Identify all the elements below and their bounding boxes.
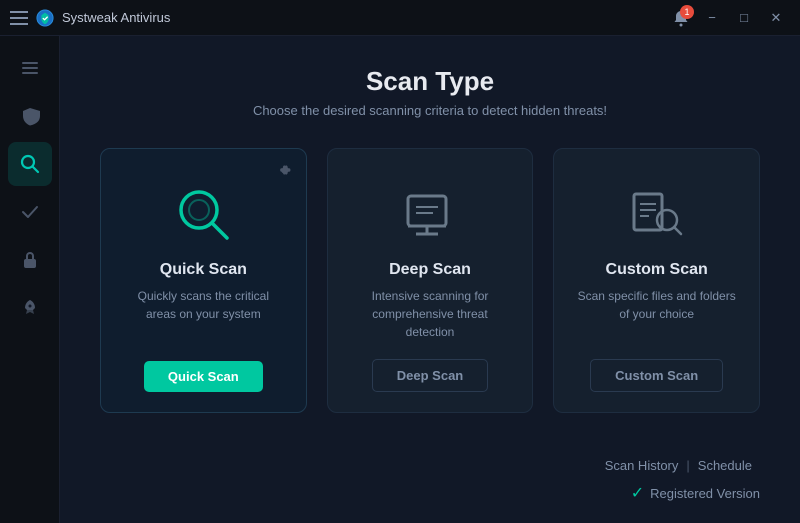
notification-bell[interactable]: 1 (672, 9, 690, 27)
deep-scan-card[interactable]: Deep Scan Intensive scanning for compreh… (327, 148, 534, 413)
sidebar (0, 36, 60, 523)
sidebar-item-rocket[interactable] (8, 286, 52, 330)
page-title: Scan Type (100, 66, 760, 97)
content-area: Scan Type Choose the desired scanning cr… (60, 36, 800, 523)
custom-scan-button[interactable]: Custom Scan (590, 359, 723, 392)
sidebar-item-scan[interactable] (8, 142, 52, 186)
deep-scan-icon (395, 179, 465, 249)
footer: Scan History | Schedule (100, 444, 760, 477)
settings-icon[interactable] (276, 163, 292, 179)
schedule-link[interactable]: Schedule (690, 454, 760, 477)
quick-scan-desc: Quickly scans the critical areas on your… (121, 287, 286, 343)
sidebar-item-shield[interactable] (8, 94, 52, 138)
scan-history-link[interactable]: Scan History (597, 454, 687, 477)
quick-scan-title: Quick Scan (160, 261, 247, 279)
registered-version: ✓ Registered Version (100, 483, 760, 503)
close-button[interactable]: ✕ (762, 4, 790, 32)
deep-scan-button[interactable]: Deep Scan (372, 359, 488, 392)
custom-scan-card[interactable]: Custom Scan Scan specific files and fold… (553, 148, 760, 413)
custom-scan-desc: Scan specific files and folders of your … (574, 287, 739, 341)
deep-scan-desc: Intensive scanning for comprehensive thr… (348, 287, 513, 341)
page-subtitle: Choose the desired scanning criteria to … (100, 103, 760, 118)
registered-label: Registered Version (650, 486, 760, 501)
notification-count: 1 (680, 5, 694, 19)
sidebar-item-lock[interactable] (8, 238, 52, 282)
title-bar-left: Systweak Antivirus (10, 9, 170, 27)
menu-icon[interactable] (10, 11, 28, 25)
app-title: Systweak Antivirus (62, 10, 170, 25)
custom-scan-icon (622, 179, 692, 249)
quick-scan-card[interactable]: Quick Scan Quickly scans the critical ar… (100, 148, 307, 413)
scan-cards: Quick Scan Quickly scans the critical ar… (100, 148, 760, 413)
app-logo (36, 9, 54, 27)
minimize-button[interactable]: − (698, 4, 726, 32)
check-circle-icon: ✓ (631, 483, 644, 503)
sidebar-item-check[interactable] (8, 190, 52, 234)
custom-scan-title: Custom Scan (606, 261, 708, 279)
window-controls: 1 − □ ✕ (672, 4, 790, 32)
sidebar-item-menu[interactable] (8, 46, 52, 90)
main-layout: Scan Type Choose the desired scanning cr… (0, 36, 800, 523)
deep-scan-title: Deep Scan (389, 261, 471, 279)
maximize-button[interactable]: □ (730, 4, 758, 32)
title-bar: Systweak Antivirus 1 − □ ✕ (0, 0, 800, 36)
quick-scan-button[interactable]: Quick Scan (144, 361, 263, 392)
quick-scan-icon (168, 179, 238, 249)
